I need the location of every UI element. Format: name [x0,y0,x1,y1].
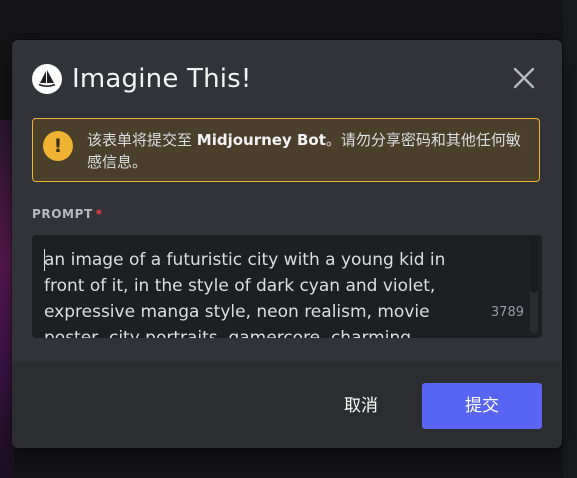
prompt-label: PROMPT * [32,207,103,221]
warning-text-prefix: 该表单将提交至 [87,131,197,149]
warning-text: 该表单将提交至 Midjourney Bot。请勿分享密码和其他任何敏感信息。 [87,129,533,173]
exclamation-icon: ! [43,131,73,161]
warning-notice: ! 该表单将提交至 Midjourney Bot。请勿分享密码和其他任何敏感信息… [32,118,540,182]
cancel-button[interactable]: 取消 [330,388,392,424]
character-count: 3789 [490,305,524,320]
close-button[interactable] [512,66,536,90]
prompt-textarea[interactable]: an image of a futuristic city with a you… [32,235,542,338]
textarea-scrollbar[interactable] [530,237,538,333]
modal-footer: 取消 提交 [12,362,562,448]
bot-name: Midjourney Bot [196,131,326,149]
prompt-label-text: PROMPT [32,207,93,221]
prompt-text: an image of a futuristic city with a you… [44,250,451,338]
modal-title: Imagine This! [72,64,252,94]
text-caret [44,249,45,271]
modal-header: Imagine This! [32,62,252,96]
required-marker: * [95,207,103,221]
close-icon [513,67,535,89]
midjourney-sailboat-icon [32,64,62,94]
imagine-modal: Imagine This! ! 该表单将提交至 Midjourney Bot。请… [12,40,562,448]
scrollbar-thumb[interactable] [530,237,538,293]
submit-button[interactable]: 提交 [422,383,542,429]
background-edge [563,0,577,478]
